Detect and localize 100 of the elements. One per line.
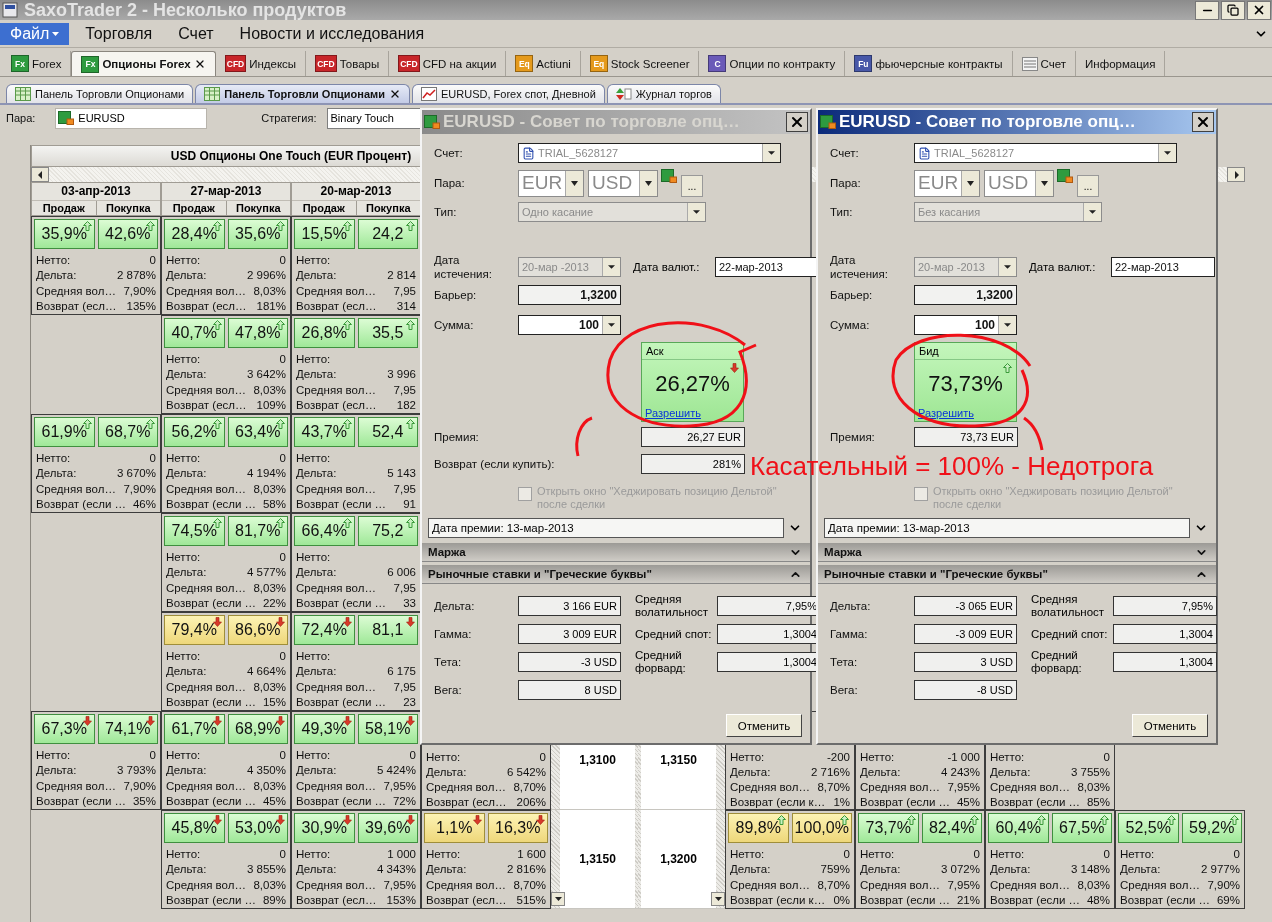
cancel-button[interactable]: Отменить — [1132, 714, 1208, 737]
value-date-field[interactable]: 22-мар-2013 — [1111, 257, 1215, 277]
sell-quote-button[interactable]: 45,8% — [164, 813, 225, 843]
buy-quote-button[interactable]: 74,1% — [97, 714, 158, 744]
stat-value: 8,03% — [253, 581, 286, 594]
scroll-down-button[interactable] — [551, 892, 565, 906]
section-header[interactable]: Рыночные ставки и "Греческие буквы" — [422, 565, 810, 584]
pair-field[interactable]: EURUSD — [55, 107, 208, 129]
value-date-field[interactable]: 22-мар-2013 — [715, 257, 819, 277]
buy-quote-button[interactable]: 52,4 — [357, 417, 418, 447]
sell-quote-button[interactable]: 1,1% — [424, 813, 485, 843]
sell-quote-button[interactable]: 74,5% — [164, 516, 225, 546]
product-tab[interactable]: CFD Индексы — [215, 51, 307, 76]
product-tab[interactable]: Информация — [1076, 51, 1166, 76]
buy-quote-button[interactable]: 75,2 — [357, 516, 418, 546]
scroll-down-button[interactable] — [711, 892, 725, 906]
product-tab[interactable]: Fx Forex — [2, 51, 72, 76]
product-tab[interactable]: Fu фьючерсные контракты — [845, 51, 1013, 76]
buy-quote-button[interactable]: 82,4% — [921, 813, 982, 843]
buy-quote-button[interactable]: 100,0% — [791, 813, 852, 843]
buy-quote-button[interactable]: 63,4% — [227, 417, 288, 447]
stat-label: Нетто: — [166, 451, 201, 464]
sell-quote-button[interactable]: 28,4% — [164, 219, 225, 249]
sell-quote-button[interactable]: 56,2% — [164, 417, 225, 447]
sell-quote-button[interactable]: 15,5% — [294, 219, 355, 249]
sell-quote-button[interactable]: 66,4% — [294, 516, 355, 546]
close-button[interactable] — [1247, 0, 1271, 20]
buy-quote-button[interactable]: 81,7% — [227, 516, 288, 546]
buy-quote-button[interactable]: 59,2% — [1181, 813, 1242, 843]
sell-quote-button[interactable]: 79,4% — [164, 615, 225, 645]
sell-quote-button[interactable]: 43,7% — [294, 417, 355, 447]
product-tab[interactable]: CFD CFD на акции — [389, 51, 507, 76]
currency-dropdown[interactable]: USD — [588, 169, 658, 197]
account-dropdown[interactable]: TRIAL_5628127 — [518, 143, 781, 163]
sell-quote-button[interactable]: 73,7% — [858, 813, 919, 843]
sell-quote-button[interactable]: 67,3% — [34, 714, 95, 744]
menu-item[interactable]: Файл — [0, 22, 70, 45]
more-button[interactable]: ... — [681, 175, 703, 197]
restore-button[interactable] — [1221, 0, 1245, 20]
allow-link[interactable]: Разрешить — [642, 407, 743, 421]
close-button[interactable] — [786, 112, 808, 132]
sell-quote-button[interactable]: 89,8% — [728, 813, 789, 843]
buy-quote-button[interactable]: 42,6% — [97, 219, 158, 249]
sell-quote-button[interactable]: 35,9% — [34, 219, 95, 249]
sell-quote-button[interactable]: 61,7% — [164, 714, 225, 744]
product-tab[interactable]: Счет — [1012, 51, 1077, 76]
menu-item[interactable]: Счет — [168, 22, 224, 45]
section-header[interactable]: Рыночные ставки и "Греческие буквы" — [818, 565, 1216, 584]
close-button[interactable] — [1192, 112, 1214, 132]
section-header[interactable]: Маржа — [422, 543, 810, 562]
buy-quote-button[interactable]: 24,2 — [357, 219, 418, 249]
product-tab[interactable]: Eq Stock Screener — [580, 51, 700, 76]
buy-quote-button[interactable]: 68,7% — [97, 417, 158, 447]
barrier-field[interactable]: 1,3200 — [518, 285, 621, 305]
sell-quote-button[interactable]: 40,7% — [164, 318, 225, 348]
menu-item[interactable]: Новости и исследования — [229, 22, 435, 45]
buy-quote-button[interactable]: 68,9% — [227, 714, 288, 744]
scroll-left-button[interactable] — [31, 167, 49, 182]
product-tab[interactable]: C Опции по контракту — [699, 51, 846, 76]
amount-dropdown[interactable]: 100 — [518, 315, 621, 335]
sell-quote-button[interactable]: 30,9% — [294, 813, 355, 843]
buy-quote-button[interactable]: 86,6% — [227, 615, 288, 645]
price-tile[interactable]: Бид 73,73% Разрешить — [914, 342, 1017, 422]
price-tile[interactable]: Аск 26,27% Разрешить — [641, 342, 744, 422]
product-tab[interactable]: CFD Товары — [306, 51, 390, 76]
product-tab[interactable]: Fx Опционы Forex — [71, 51, 216, 76]
buy-quote-button[interactable]: 39,6% — [357, 813, 418, 843]
cancel-button[interactable]: Отменить — [726, 714, 802, 737]
buy-quote-button[interactable]: 58,1% — [357, 714, 418, 744]
product-tab[interactable]: Eq Actiuni — [506, 51, 581, 76]
scroll-right-button[interactable] — [1227, 167, 1245, 182]
minimize-button[interactable] — [1195, 0, 1219, 20]
buy-quote-button[interactable]: 35,5 — [357, 318, 418, 348]
allow-link[interactable]: Разрешить — [915, 407, 1016, 421]
buy-quote-button[interactable]: 35,6% — [227, 219, 288, 249]
sell-quote-button[interactable]: 26,8% — [294, 318, 355, 348]
amount-dropdown[interactable]: 100 — [914, 315, 1017, 335]
section-header[interactable]: Маржа — [818, 543, 1216, 562]
buy-quote-button[interactable]: 53,0% — [227, 813, 288, 843]
more-button[interactable]: ... — [1077, 175, 1099, 197]
panel-tab[interactable]: Журнал торгов — [606, 84, 721, 103]
close-icon[interactable] — [389, 88, 401, 100]
stat-label: Возврат (если … — [166, 597, 257, 610]
panel-tab[interactable]: EURUSD, Forex спот, Дневной — [412, 84, 605, 103]
stat-label: Дельта: — [990, 863, 1031, 876]
menu-item[interactable]: Торговля — [75, 22, 163, 45]
sell-quote-button[interactable]: 49,3% — [294, 714, 355, 744]
buy-quote-button[interactable]: 16,3% — [487, 813, 548, 843]
sell-quote-button[interactable]: 72,4% — [294, 615, 355, 645]
panel-tab[interactable]: Панель Торговли Опционами — [6, 84, 194, 103]
sell-quote-button[interactable]: 52,5% — [1118, 813, 1179, 843]
buy-quote-button[interactable]: 47,8% — [227, 318, 288, 348]
panel-tab[interactable]: Панель Торговли Опционами — [195, 84, 410, 103]
sell-quote-button[interactable]: 60,4% — [988, 813, 1049, 843]
sell-quote-button[interactable]: 61,9% — [34, 417, 95, 447]
barrier-field[interactable]: 1,3200 — [914, 285, 1017, 305]
buy-quote-button[interactable]: 67,5% — [1051, 813, 1112, 843]
currency-dropdown[interactable]: USD — [984, 169, 1054, 197]
buy-quote-button[interactable]: 81,1 — [357, 615, 418, 645]
account-dropdown[interactable]: TRIAL_5628127 — [914, 143, 1177, 163]
